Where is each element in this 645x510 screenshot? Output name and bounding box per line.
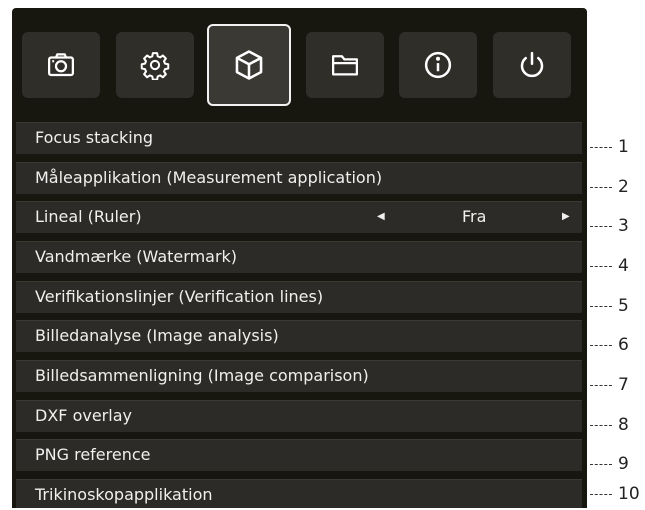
callout-number: 10 bbox=[618, 484, 640, 504]
callout-4: 4 bbox=[588, 256, 643, 276]
callout-number: 7 bbox=[618, 375, 629, 395]
menu-item-label: Måleapplikation (Measurement application… bbox=[35, 168, 383, 187]
callout-line bbox=[590, 494, 612, 495]
menu-item-dxf-overlay[interactable]: DXF overlay bbox=[16, 400, 582, 432]
menu-item-measurement[interactable]: Måleapplikation (Measurement application… bbox=[16, 162, 582, 194]
callout-line bbox=[590, 385, 612, 386]
callout-number: 8 bbox=[618, 415, 629, 435]
menu-item-watermark[interactable]: Vandmærke (Watermark) bbox=[16, 241, 582, 273]
camera-button[interactable] bbox=[22, 32, 100, 98]
menu-item-image-analysis[interactable]: Billedanalyse (Image analysis) bbox=[16, 320, 582, 352]
menu-item-verification-lines[interactable]: Verifikationslinjer (Verification lines) bbox=[16, 281, 582, 313]
callout-number: 3 bbox=[618, 216, 629, 236]
menu-item-trichinoscope[interactable]: Trikinoskopapplikation bbox=[16, 479, 582, 508]
callout-number: 5 bbox=[618, 296, 629, 316]
info-icon bbox=[424, 51, 452, 79]
callout-2: 2 bbox=[588, 177, 643, 197]
menu-item-png-reference[interactable]: PNG reference bbox=[16, 439, 582, 471]
callout-6: 6 bbox=[588, 335, 643, 355]
menu-item-image-comparison[interactable]: Billedsammenligning (Image comparison) bbox=[16, 360, 582, 392]
menu-item-label: Vandmærke (Watermark) bbox=[35, 247, 238, 266]
arrow-left-icon[interactable]: ◀ bbox=[377, 202, 385, 232]
callout-line bbox=[590, 464, 612, 465]
menu-panel: Focus stacking Måleapplikation (Measurem… bbox=[12, 8, 587, 508]
callout-line bbox=[590, 147, 612, 148]
info-button[interactable] bbox=[399, 32, 477, 98]
settings-button[interactable] bbox=[116, 32, 194, 98]
callout-8: 8 bbox=[588, 415, 643, 435]
menu-item-label: Lineal (Ruler) bbox=[35, 207, 142, 226]
folder-icon bbox=[332, 55, 358, 76]
callout-7: 7 bbox=[588, 375, 643, 395]
ruler-value: Fra bbox=[462, 207, 487, 226]
menu-item-focus-stacking[interactable]: Focus stacking bbox=[16, 122, 582, 154]
menu-item-label: Verifikationslinjer (Verification lines) bbox=[35, 287, 324, 306]
callout-line bbox=[590, 306, 612, 307]
menu-item-label: PNG reference bbox=[35, 445, 151, 464]
callout-3: 3 bbox=[588, 216, 643, 236]
callout-number: 1 bbox=[618, 137, 629, 157]
cube-icon bbox=[235, 50, 263, 80]
arrow-right-icon[interactable]: ▶ bbox=[562, 202, 570, 232]
callout-line bbox=[590, 425, 612, 426]
callout-line bbox=[590, 226, 612, 227]
menu-item-label: Focus stacking bbox=[35, 128, 153, 147]
callout-5: 5 bbox=[588, 296, 643, 316]
callout-number: 4 bbox=[618, 256, 629, 276]
callout-number: 9 bbox=[618, 454, 629, 474]
callout-number: 2 bbox=[618, 177, 629, 197]
callout-9: 9 bbox=[588, 454, 643, 474]
menu-item-label: Billedanalyse (Image analysis) bbox=[35, 326, 279, 345]
applications-button[interactable] bbox=[207, 24, 291, 106]
power-button[interactable] bbox=[493, 32, 571, 98]
callout-10: 10 bbox=[588, 484, 643, 504]
camera-icon bbox=[48, 53, 74, 77]
gear-icon bbox=[140, 52, 170, 80]
callout-1: 1 bbox=[588, 137, 643, 157]
callout-line bbox=[590, 266, 612, 267]
callout-line bbox=[590, 187, 612, 188]
menu-item-label: DXF overlay bbox=[35, 406, 132, 425]
toolbar bbox=[22, 22, 574, 108]
menu-item-ruler[interactable]: Lineal (Ruler) ◀ Fra ▶ bbox=[16, 201, 582, 233]
callout-line bbox=[590, 345, 612, 346]
menu-item-label: Trikinoskopapplikation bbox=[35, 485, 213, 504]
callout-number: 6 bbox=[618, 335, 629, 355]
power-icon bbox=[520, 51, 544, 78]
menu-item-label: Billedsammenligning (Image comparison) bbox=[35, 366, 369, 385]
files-button[interactable] bbox=[306, 32, 384, 98]
